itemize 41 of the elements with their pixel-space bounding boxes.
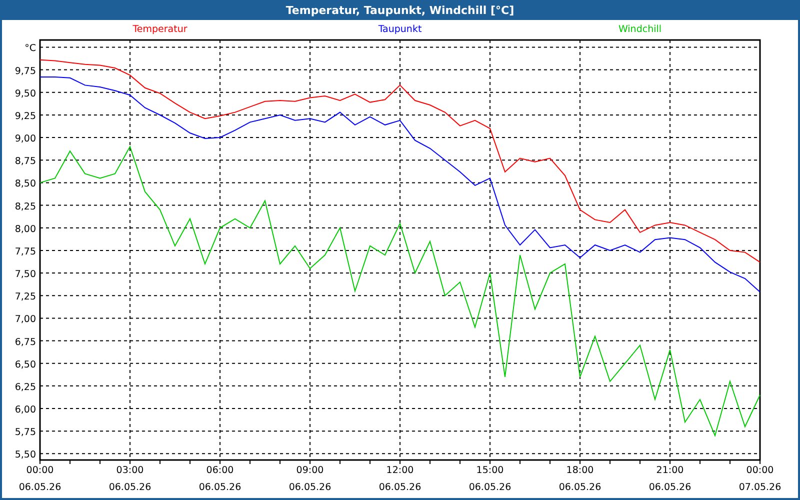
legend-label: Taupunkt [378, 24, 422, 35]
y-tick-label: 5,50 [14, 450, 36, 461]
y-tick-label: 7,75 [14, 246, 36, 258]
window-title: Temperatur, Taupunkt, Windchill [°C] [286, 4, 514, 16]
x-tick-label: 15:00 [476, 465, 504, 476]
y-tick-label: 6,25 [14, 382, 36, 393]
y-tick-label: 8,25 [14, 201, 36, 212]
x-tick-date: 06.05.26 [378, 482, 422, 493]
x-tick-label: 03:00 [116, 465, 144, 476]
y-tick-label: 6,50 [14, 359, 36, 370]
y-tick-label: 6,75 [14, 336, 36, 348]
x-tick-date: 06.05.26 [648, 482, 692, 493]
x-tick-date: 06.05.26 [468, 482, 512, 493]
x-tick-label: 00:00 [26, 465, 54, 476]
x-tick-date: 07.05.26 [738, 482, 782, 493]
y-tick-label: 7,00 [14, 314, 36, 326]
y-tick-label: 9,75 [14, 66, 36, 77]
x-tick-label: 06:00 [206, 465, 234, 476]
x-tick-date: 06.05.26 [18, 482, 62, 493]
x-tick-date: 06.05.26 [108, 482, 152, 493]
x-tick-label: 21:00 [656, 465, 684, 476]
y-tick-label: 9,50 [14, 88, 36, 100]
x-tick-date: 06.05.26 [558, 482, 602, 493]
x-tick-date: 06.05.26 [288, 482, 332, 493]
x-tick-label: 18:00 [566, 465, 594, 476]
y-tick-label: 7,50 [14, 269, 36, 280]
y-tick-label: 9,00 [14, 134, 36, 145]
y-tick-label: 9,25 [14, 110, 36, 122]
y-tick-label: 6,00 [14, 404, 36, 416]
y-tick-label: 8,75 [14, 156, 36, 168]
x-tick-label: 12:00 [386, 465, 414, 476]
y-axis-unit: °C [24, 43, 36, 54]
x-tick-label: 00:00 [746, 465, 774, 476]
y-tick-label: 7,25 [14, 292, 36, 303]
y-tick-label: 8,00 [14, 224, 36, 235]
y-tick-label: 8,50 [14, 178, 36, 190]
legend-label: Windchill [618, 24, 662, 35]
y-tick-label: 5,75 [14, 427, 36, 438]
x-tick-label: 09:00 [296, 465, 324, 476]
legend-label: Temperatur [132, 24, 188, 35]
x-tick-date: 06.05.26 [198, 482, 242, 493]
